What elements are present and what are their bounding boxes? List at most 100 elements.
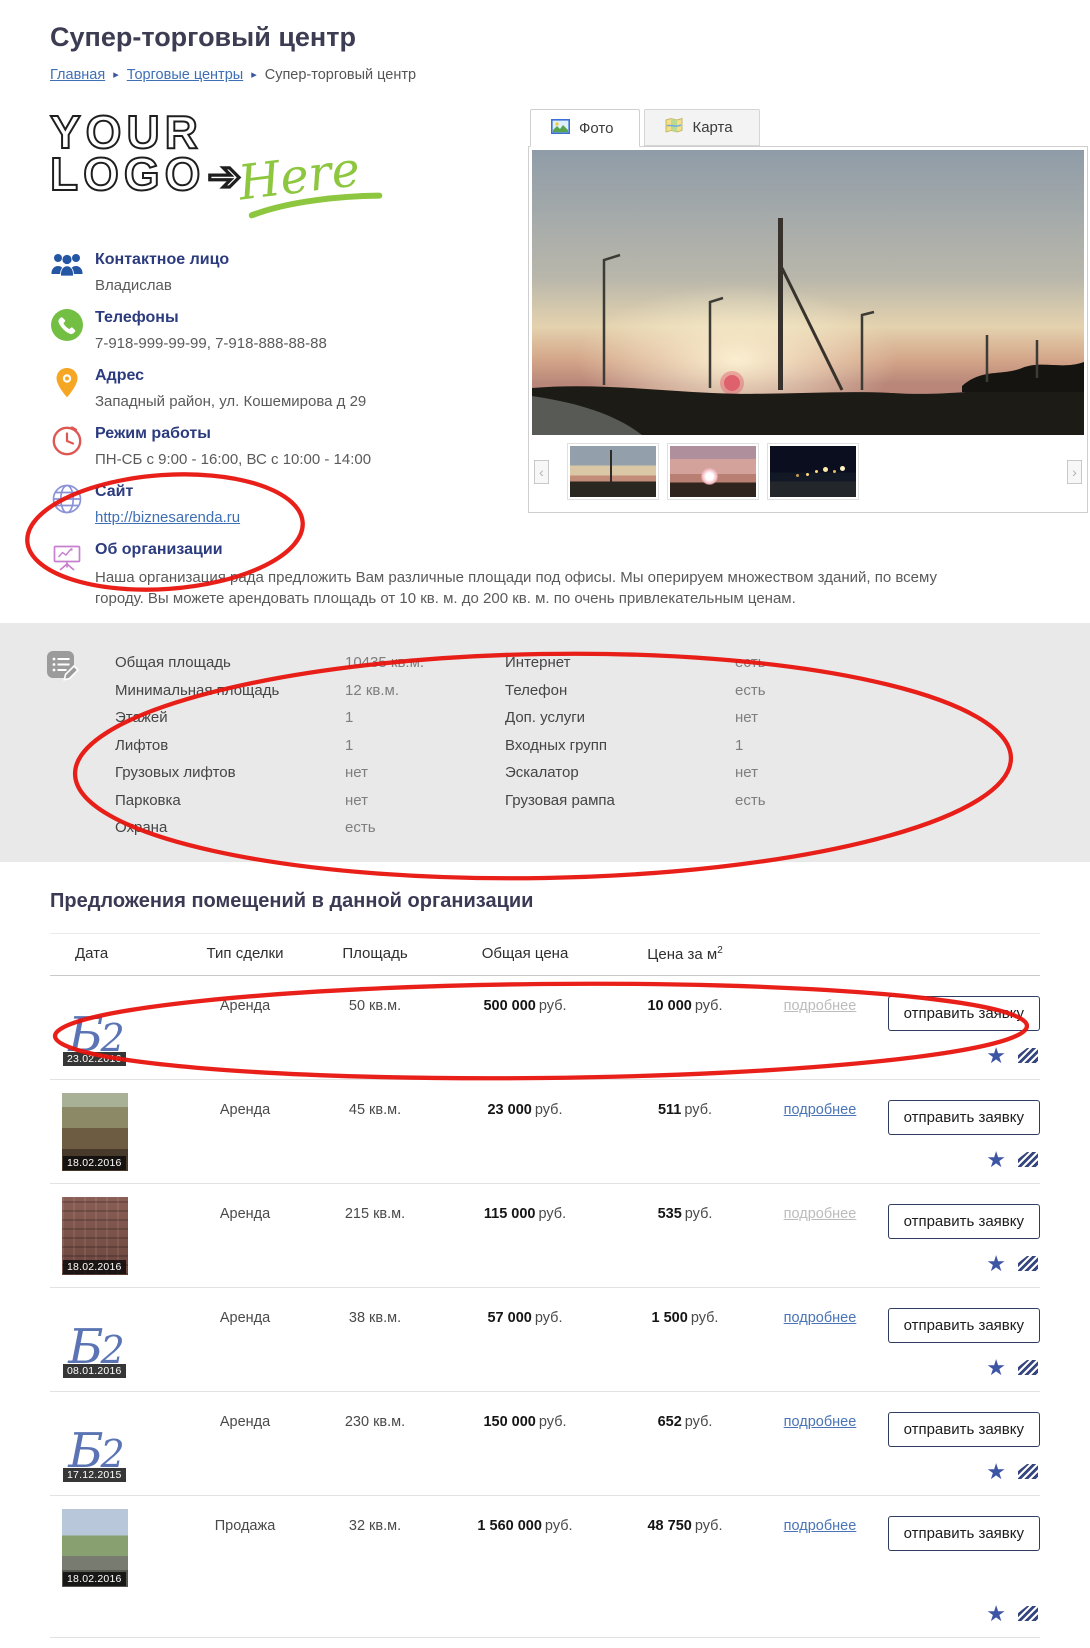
column-price-per-m2: Цена за м2 xyxy=(610,945,760,963)
send-message-icon[interactable] xyxy=(1018,1464,1038,1479)
spec-label: Охрана xyxy=(115,814,345,842)
column-total-price: Общая цена xyxy=(440,945,610,963)
tab-photo[interactable]: Фото xyxy=(530,109,640,147)
contact-item-title: Адрес xyxy=(95,367,366,385)
contact-item-value: Владислав xyxy=(95,277,229,294)
breadcrumb-link[interactable]: Торговые центры xyxy=(127,67,243,83)
night-road-thumb[interactable] xyxy=(767,443,859,500)
offer-price-per-m2: 1 500руб. xyxy=(610,1308,760,1379)
map-icon xyxy=(665,118,683,137)
submit-request-button[interactable]: отправить заявку xyxy=(888,1412,1040,1447)
offers-table-header: Дата Тип сделки Площадь Общая цена Цена … xyxy=(50,933,1040,976)
contact-list: Контактное лицо Владислав Телефоны 7-918… xyxy=(50,249,482,526)
tab-map[interactable]: Карта xyxy=(644,109,759,146)
contact-item-title: Телефоны xyxy=(95,309,327,327)
media-column: ФотоКарта xyxy=(528,109,1088,539)
pink-sunset-thumb[interactable] xyxy=(667,443,759,500)
column-deal-type: Тип сделки xyxy=(180,945,310,963)
breadcrumb: Главная▸Торговые центры▸Супер-торговый ц… xyxy=(50,67,1040,83)
spec-label: Лифтов xyxy=(115,732,345,760)
company-logo-thumb[interactable]: Б2 23.02.2016 xyxy=(62,989,128,1067)
about-title: Об организации xyxy=(95,541,975,559)
spec-value: есть xyxy=(735,677,766,705)
details-link[interactable]: подробнее xyxy=(760,1308,880,1326)
offer-date-badge: 23.02.2016 xyxy=(63,1052,126,1066)
offer-total-price: 115 000руб. xyxy=(440,1204,610,1275)
send-message-icon[interactable] xyxy=(1018,1048,1038,1063)
favorite-star-icon[interactable] xyxy=(986,1357,1006,1379)
breadcrumb-separator-icon: ▸ xyxy=(251,69,257,81)
offer-area: 215 кв.м. xyxy=(310,1204,440,1275)
main-photo[interactable] xyxy=(532,150,1084,435)
contact-item: Режим работы ПН-СБ с 9:00 - 16:00, ВС с … xyxy=(50,423,482,468)
submit-request-button[interactable]: отправить заявку xyxy=(888,1100,1040,1135)
offer-date-badge: 18.02.2016 xyxy=(63,1260,126,1274)
sunset-pole-thumb[interactable] xyxy=(567,443,659,500)
offer-total-price: 57 000руб. xyxy=(440,1308,610,1379)
thumbnail-list xyxy=(567,443,1067,500)
favorite-star-icon[interactable] xyxy=(986,1045,1006,1067)
website-link[interactable]: http://biznesarenda.ru xyxy=(95,509,240,526)
details-link[interactable]: подробнее xyxy=(760,996,880,1014)
company-logo-thumb[interactable]: Б2 17.12.2015 xyxy=(62,1405,128,1483)
logo-text-logo: LOGO xyxy=(50,148,205,200)
next-arrow-button[interactable]: › xyxy=(1067,460,1082,484)
submit-request-button[interactable]: отправить заявку xyxy=(888,1204,1040,1239)
contact-item: Телефоны 7-918-999-99-99, 7-918-888-88-8… xyxy=(50,307,482,352)
spec-label: Интернет xyxy=(505,649,735,677)
offer-total-price: 23 000руб. xyxy=(440,1100,610,1171)
offer-actions xyxy=(986,1045,1038,1067)
send-message-icon[interactable] xyxy=(1018,1256,1038,1271)
spec-label: Телефон xyxy=(505,677,735,705)
details-link[interactable]: подробнее xyxy=(760,1516,880,1534)
page-title: Супер-торговый центр xyxy=(50,22,1040,53)
offers-table-body: Б2 23.02.2016 Аренда 50 кв.м. 500 000руб… xyxy=(50,976,1040,1638)
favorite-star-icon[interactable] xyxy=(986,1149,1006,1171)
photo-icon xyxy=(551,119,570,138)
autumn-building-photo-thumb[interactable]: 18.02.2016 xyxy=(62,1093,128,1171)
offer-deal-type: Аренда xyxy=(180,1412,310,1483)
favorite-star-icon[interactable] xyxy=(986,1253,1006,1275)
offer-date-badge: 18.02.2016 xyxy=(63,1572,126,1586)
submit-request-button[interactable]: отправить заявку xyxy=(888,1308,1040,1343)
prev-arrow-button[interactable]: ‹ xyxy=(534,460,549,484)
favorite-star-icon[interactable] xyxy=(986,1461,1006,1483)
spec-row: Грузовых лифтовнет xyxy=(115,759,505,787)
submit-request-button[interactable]: отправить заявку xyxy=(888,996,1040,1031)
offer-price-per-m2: 511руб. xyxy=(610,1100,760,1171)
contact-item: Контактное лицо Владислав xyxy=(50,249,482,294)
details-link[interactable]: подробнее xyxy=(760,1100,880,1118)
spec-label: Грузовых лифтов xyxy=(115,759,345,787)
spec-row: Лифтов1 xyxy=(115,732,505,760)
pink-sunset-thumb-image xyxy=(670,446,756,497)
offer-actions xyxy=(986,1357,1038,1379)
specs-right-table: ИнтернетестьТелефонестьДоп. услугинетВхо… xyxy=(505,649,1050,842)
send-message-icon[interactable] xyxy=(1018,1152,1038,1167)
offer-deal-type: Аренда xyxy=(180,1204,310,1275)
offer-row: 18.02.2016 Аренда 215 кв.м. 115 000руб. … xyxy=(50,1183,1040,1287)
spec-row: Доп. услугинет xyxy=(505,704,1050,732)
offer-row: Б2 08.01.2016 Аренда 38 кв.м. 57 000руб.… xyxy=(50,1287,1040,1391)
offer-date-badge: 17.12.2015 xyxy=(63,1468,126,1482)
offer-area: 38 кв.м. xyxy=(310,1308,440,1379)
offer-total-price: 500 000руб. xyxy=(440,996,610,1067)
spec-value: нет xyxy=(735,759,758,787)
spec-label: Доп. услуги xyxy=(505,704,735,732)
company-logo-thumb[interactable]: Б2 08.01.2016 xyxy=(62,1301,128,1379)
details-link[interactable]: подробнее xyxy=(760,1204,880,1222)
submit-request-button[interactable]: отправить заявку xyxy=(888,1516,1040,1551)
spec-label: Входных групп xyxy=(505,732,735,760)
spec-label: Парковка xyxy=(115,787,345,815)
send-message-icon[interactable] xyxy=(1018,1360,1038,1375)
details-link[interactable]: подробнее xyxy=(760,1412,880,1430)
offer-area: 230 кв.м. xyxy=(310,1412,440,1483)
brick-building-photo-thumb[interactable]: 18.02.2016 xyxy=(62,1197,128,1275)
about-text: Наша организация рада предложить Вам раз… xyxy=(95,567,975,609)
offer-area: 32 кв.м. xyxy=(310,1516,440,1625)
offer-row: 18.02.2016 Аренда 45 кв.м. 23 000руб. 51… xyxy=(50,1079,1040,1183)
spec-row: Интернетесть xyxy=(505,649,1050,677)
spec-label: Минимальная площадь xyxy=(115,677,345,705)
street-photo-thumb[interactable]: 18.02.2016 xyxy=(62,1509,128,1587)
breadcrumb-link[interactable]: Главная xyxy=(50,67,105,83)
offer-row: Б2 17.12.2015 Аренда 230 кв.м. 150 000ру… xyxy=(50,1391,1040,1495)
